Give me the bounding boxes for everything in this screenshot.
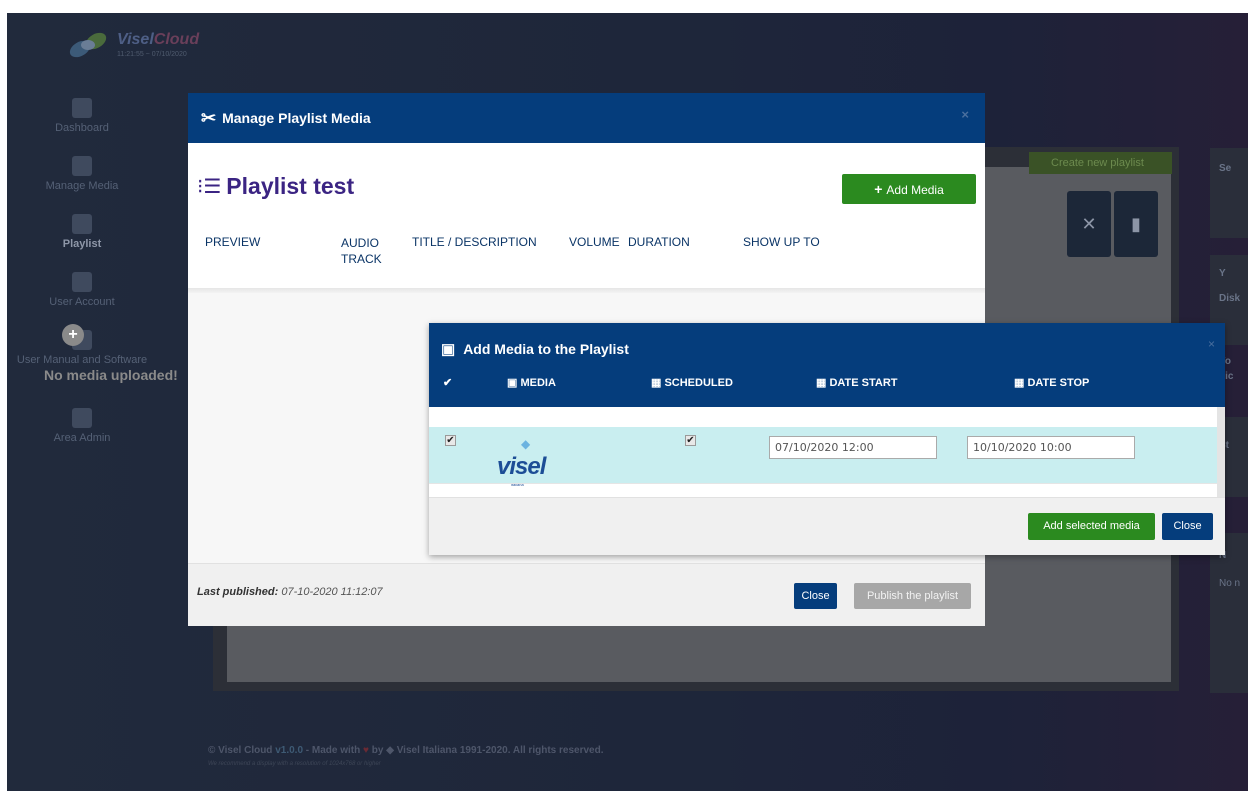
right-panel-label: No n	[1219, 578, 1241, 589]
column-volume: VOLUME	[569, 235, 620, 249]
right-panel-label: Disk	[1219, 293, 1241, 304]
modal-header: ✂ Manage Playlist Media ×	[188, 93, 985, 143]
close-icon[interactable]: ×	[1208, 337, 1215, 351]
sidebar-item-manage-media[interactable]: Manage Media	[7, 156, 157, 214]
column-media: ▣ MEDIA	[507, 377, 556, 389]
column-duration: DURATION	[628, 235, 690, 249]
add-media-title: ▣ Add Media to the Playlist	[441, 341, 629, 358]
calendar-icon: ▦	[816, 377, 830, 389]
add-media-button[interactable]: + Add Media	[842, 174, 976, 204]
scrollbar[interactable]	[1217, 407, 1225, 497]
right-panel-label: Se	[1219, 163, 1232, 174]
calendar-icon: ▦	[1014, 377, 1028, 389]
sidebar-item-dashboard[interactable]: Dashboard	[7, 98, 157, 156]
last-published: Last published: 07-10-2020 11:12:07	[197, 586, 383, 598]
empty-message: No media uploaded!	[44, 367, 178, 383]
column-show-up-to: SHOW UP TO	[743, 235, 820, 249]
column-title-description: TITLE / DESCRIPTION	[412, 235, 537, 249]
date-stop-input[interactable]: 10/10/2020 10:00	[967, 436, 1135, 459]
sidebar-item-user-account[interactable]: User Account	[7, 272, 157, 330]
users-icon	[72, 272, 92, 292]
scheduled-checkbox[interactable]: ✔	[685, 435, 696, 446]
media-thumbnail: ◆ visel italiana	[497, 437, 546, 487]
clock: 11:21:55 ~ 07/10/2020	[117, 50, 187, 58]
column-audio-track: AUDIO TRACK	[341, 236, 382, 266]
admin-icon	[72, 408, 92, 428]
column-preview: PREVIEW	[205, 235, 261, 249]
add-media-modal: ▣ Add Media to the Playlist × ✔ ▣ MEDIA …	[429, 323, 1225, 555]
media-icon: ▣	[441, 341, 456, 358]
visel-cloud-logo[interactable]: ViselCloud 11:21:55 ~ 07/10/2020	[66, 28, 200, 61]
sidebar-item-area-admin[interactable]: Area Admin	[7, 408, 157, 466]
ordered-list-icon: ⁝☰	[197, 176, 222, 198]
list-icon	[72, 214, 92, 234]
modal-title: Manage Playlist Media	[222, 110, 371, 126]
modal-footer: Last published: 07-10-2020 11:12:07 Clos…	[188, 563, 985, 626]
divider	[429, 483, 1217, 484]
create-playlist-button[interactable]: Create new playlist	[1029, 152, 1172, 174]
logo-name: ViselCloud	[117, 30, 200, 48]
close-button[interactable]: Close	[1162, 513, 1213, 540]
heart-icon: ♥	[363, 745, 369, 756]
sidebar-item-playlist[interactable]: Playlist	[7, 214, 157, 272]
footer: © Visel Cloud v1.0.0 - Made with ♥ by ◆ …	[208, 745, 604, 756]
column-select: ✔	[443, 377, 453, 389]
logo-icon	[66, 28, 113, 61]
tools-icon: ✂	[201, 107, 217, 128]
add-media-footer: Add selected media Close	[429, 497, 1225, 555]
calendar-icon: ▦	[651, 377, 665, 389]
close-button[interactable]: Close	[794, 583, 837, 609]
right-panel-label: Y	[1219, 268, 1226, 279]
playlist-title: ⁝☰ Playlist test	[197, 173, 355, 199]
plus-circle-icon: +	[62, 324, 84, 346]
footer-recommendation: We recommend a display with a resolution…	[208, 761, 381, 767]
home-icon	[72, 98, 92, 118]
publish-playlist-button[interactable]: Publish the playlist	[854, 583, 971, 609]
right-panel-news	[1210, 533, 1248, 693]
visel-logo-icon: ◆	[521, 437, 531, 451]
trash-icon[interactable]: ▮	[1114, 191, 1158, 257]
close-icon[interactable]: ×	[961, 107, 969, 122]
sidebar: Dashboard Manage Media Playlist User Acc…	[7, 98, 157, 466]
media-icon: ▣	[507, 377, 521, 389]
tools-icon[interactable]: ✕	[1067, 191, 1111, 257]
column-date-stop: ▦ DATE STOP	[1014, 377, 1090, 389]
add-selected-media-button[interactable]: Add selected media	[1028, 513, 1155, 540]
select-checkbox[interactable]: ✔	[445, 435, 456, 446]
date-start-input[interactable]: 07/10/2020 12:00	[769, 436, 937, 459]
column-date-start: ▦ DATE START	[816, 377, 898, 389]
visel-icon: ◆	[386, 745, 394, 756]
right-panel-search	[1210, 148, 1248, 238]
add-media-header: ▣ Add Media to the Playlist × ✔ ▣ MEDIA …	[429, 323, 1225, 407]
plus-icon: +	[874, 181, 883, 197]
column-scheduled: ▦ SCHEDULED	[651, 377, 733, 389]
image-icon	[72, 156, 92, 176]
